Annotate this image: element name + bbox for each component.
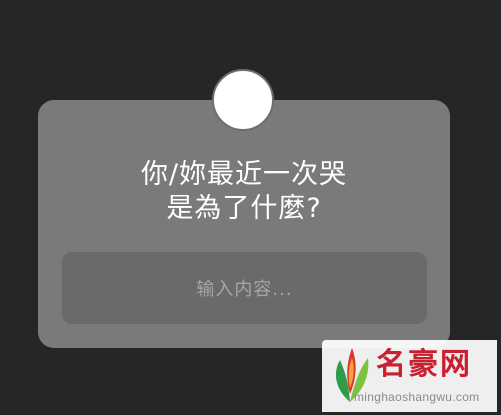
answer-placeholder: 输入内容... (196, 279, 293, 300)
story-screen: 你/妳最近一次哭 是為了什麼? 输入内容... 名豪网 minghaoshang… (0, 0, 501, 415)
profile-avatar (212, 69, 274, 131)
question-line-2: 是為了什麼? (166, 193, 322, 224)
site-watermark: 名豪网 minghaoshangwu.com (322, 340, 497, 412)
answer-input[interactable]: 输入内容... (62, 252, 427, 324)
question-text: 你/妳最近一次哭 是為了什麼? (38, 158, 450, 226)
question-line-1: 你/妳最近一次哭 (140, 159, 348, 190)
watermark-title: 名豪网 (376, 347, 472, 382)
watermark-domain: minghaoshangwu.com (354, 390, 480, 404)
